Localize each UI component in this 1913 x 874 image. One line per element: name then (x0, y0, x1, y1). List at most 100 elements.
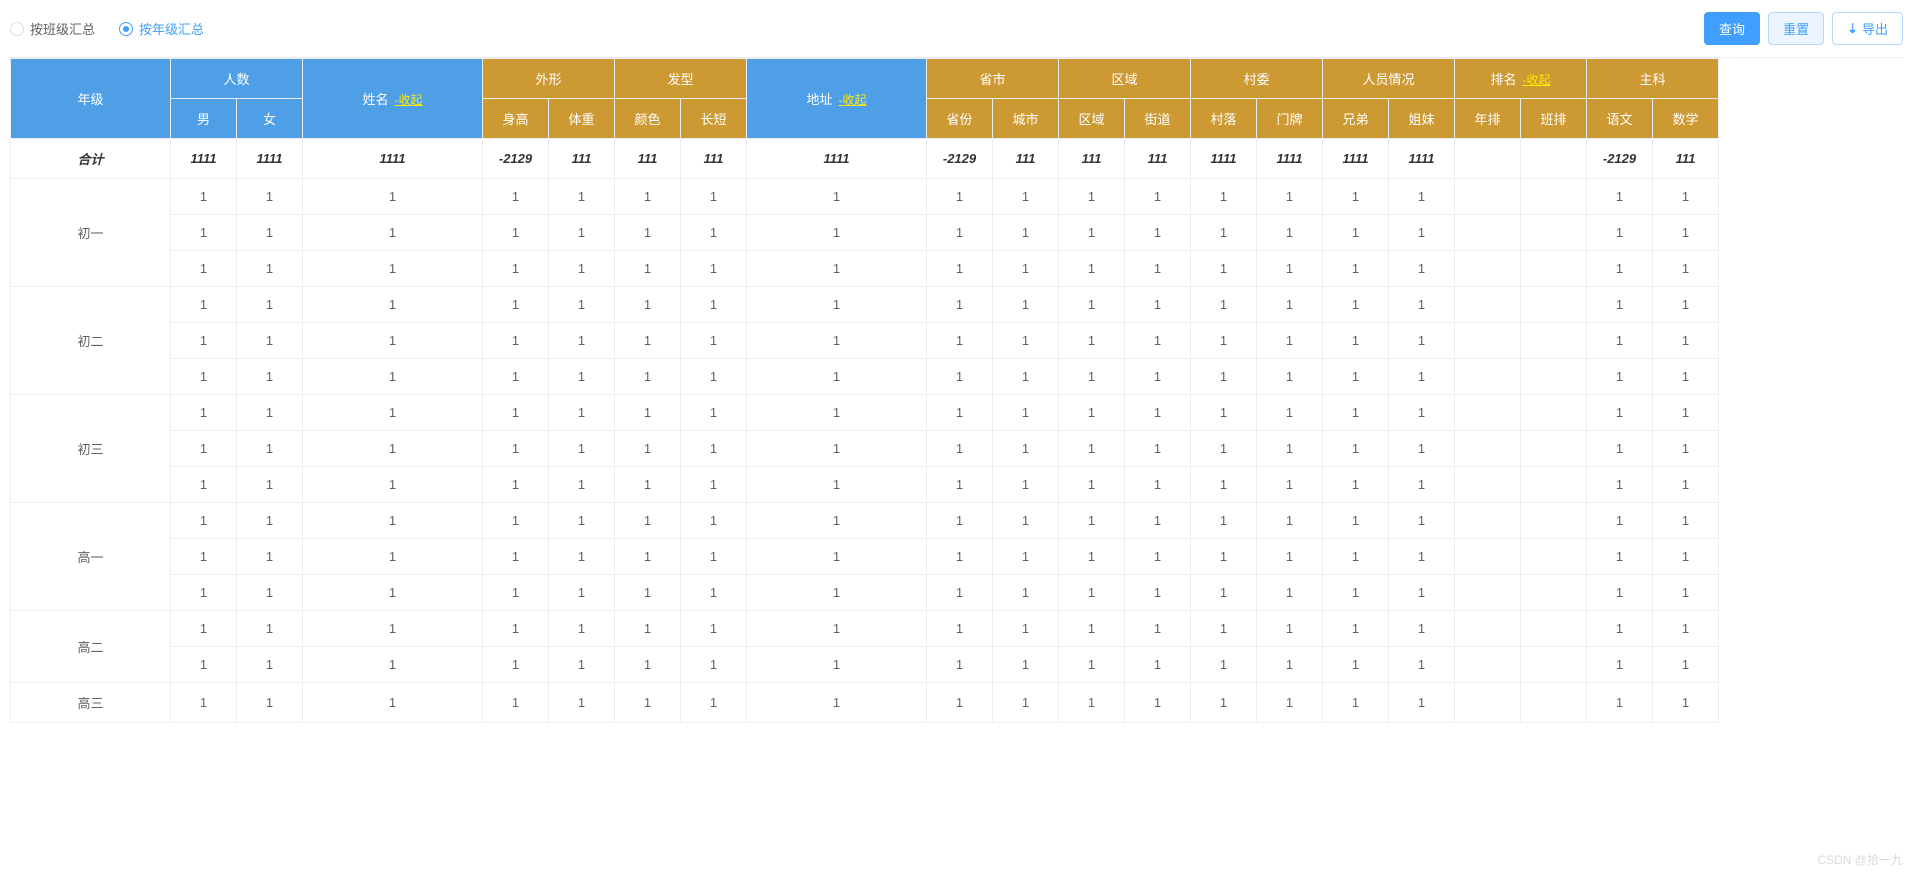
data-cell: 1 (1323, 611, 1389, 647)
th-street: 街道 (1125, 99, 1191, 139)
data-cell: 1 (927, 503, 993, 539)
data-cell (1455, 611, 1521, 647)
th-address[interactable]: 地址-收起 (747, 59, 927, 139)
table-row: 高二111111111111111111 (11, 611, 1719, 647)
total-cell: 1111 (171, 139, 237, 179)
data-cell: 1 (1125, 215, 1191, 251)
data-cell (1521, 395, 1587, 431)
data-cell: 1 (1389, 683, 1455, 723)
data-cell: 1 (549, 575, 615, 611)
data-cell: 1 (1059, 503, 1125, 539)
data-cell: 1 (615, 539, 681, 575)
data-cell: 1 (1653, 179, 1719, 215)
total-cell: 1111 (1323, 139, 1389, 179)
data-cell: 1 (1587, 647, 1653, 683)
data-cell (1521, 683, 1587, 723)
data-cell: 1 (303, 179, 483, 215)
th-weight: 体重 (549, 99, 615, 139)
collapse-address[interactable]: -收起 (839, 93, 867, 107)
data-cell: 1 (549, 179, 615, 215)
data-cell: 1 (303, 683, 483, 723)
data-cell (1455, 431, 1521, 467)
data-cell: 1 (1323, 467, 1389, 503)
table-scroll-container[interactable]: 年级 人数 姓名-收起 外形 发型 地址-收起 省市 区域 村委 人员情况 排名… (10, 57, 1903, 723)
data-cell: 1 (1059, 323, 1125, 359)
collapse-rank[interactable]: -收起 (1523, 73, 1551, 87)
data-cell: 1 (303, 575, 483, 611)
data-cell (1521, 575, 1587, 611)
data-cell: 1 (303, 647, 483, 683)
total-cell: 111 (615, 139, 681, 179)
data-cell: 1 (927, 251, 993, 287)
data-cell: 1 (1389, 287, 1455, 323)
table-row: 初二111111111111111111 (11, 287, 1719, 323)
data-cell: 1 (1653, 323, 1719, 359)
data-cell: 1 (681, 611, 747, 647)
data-cell: 1 (1323, 251, 1389, 287)
data-cell: 1 (1059, 575, 1125, 611)
total-cell: 1111 (237, 139, 303, 179)
data-cell: 1 (1389, 647, 1455, 683)
data-cell: 1 (483, 395, 549, 431)
data-cell: 1 (1257, 287, 1323, 323)
data-cell: 1 (303, 215, 483, 251)
table-row: 初三111111111111111111 (11, 395, 1719, 431)
collapse-name[interactable]: -收起 (395, 93, 423, 107)
th-name[interactable]: 姓名-收起 (303, 59, 483, 139)
data-cell: 1 (1587, 575, 1653, 611)
data-cell: 1 (237, 467, 303, 503)
data-cell: 1 (1257, 215, 1323, 251)
data-cell: 1 (615, 395, 681, 431)
data-cell: 1 (747, 395, 927, 431)
data-cell: 1 (237, 539, 303, 575)
reset-button[interactable]: 重置 (1768, 12, 1824, 45)
data-cell: 1 (993, 431, 1059, 467)
action-buttons: 查询 重置 ⇣ 导出 (1704, 12, 1903, 45)
export-button[interactable]: ⇣ 导出 (1832, 12, 1903, 45)
th-math: 数学 (1653, 99, 1719, 139)
data-cell (1521, 611, 1587, 647)
radio-by-grade[interactable]: 按年级汇总 (119, 19, 204, 38)
total-cell: 111 (993, 139, 1059, 179)
th-province: 省份 (927, 99, 993, 139)
data-cell: 1 (927, 323, 993, 359)
data-cell: 1 (993, 287, 1059, 323)
data-cell: 1 (747, 287, 927, 323)
data-cell: 1 (1125, 467, 1191, 503)
summary-radio-group: 按班级汇总 按年级汇总 (10, 19, 204, 38)
data-cell: 1 (993, 575, 1059, 611)
data-cell (1455, 179, 1521, 215)
grade-cell: 初一 (11, 179, 171, 287)
th-count: 人数 (171, 59, 303, 99)
data-cell: 1 (1389, 251, 1455, 287)
data-cell: 1 (615, 287, 681, 323)
th-rank[interactable]: 排名-收起 (1455, 59, 1587, 99)
data-cell: 1 (927, 611, 993, 647)
data-cell: 1 (615, 647, 681, 683)
data-cell: 1 (1653, 251, 1719, 287)
query-button[interactable]: 查询 (1704, 12, 1760, 45)
data-cell: 1 (927, 287, 993, 323)
total-cell (1521, 139, 1587, 179)
th-brothers: 兄弟 (1323, 99, 1389, 139)
data-cell: 1 (1323, 431, 1389, 467)
data-cell: 1 (1059, 539, 1125, 575)
table-row: 111111111111111111 (11, 575, 1719, 611)
data-cell: 1 (1257, 683, 1323, 723)
data-cell: 1 (303, 503, 483, 539)
data-cell: 1 (1191, 683, 1257, 723)
data-cell: 1 (747, 431, 927, 467)
data-cell: 1 (1257, 323, 1323, 359)
data-cell: 1 (171, 359, 237, 395)
data-cell: 1 (1059, 395, 1125, 431)
data-cell: 1 (171, 431, 237, 467)
total-cell: 1111 (303, 139, 483, 179)
table-row: 初一111111111111111111 (11, 179, 1719, 215)
th-height: 身高 (483, 99, 549, 139)
data-cell: 1 (1587, 467, 1653, 503)
data-cell: 1 (237, 431, 303, 467)
data-cell: 1 (1653, 611, 1719, 647)
data-cell: 1 (549, 323, 615, 359)
radio-by-class[interactable]: 按班级汇总 (10, 19, 95, 38)
data-cell: 1 (927, 539, 993, 575)
